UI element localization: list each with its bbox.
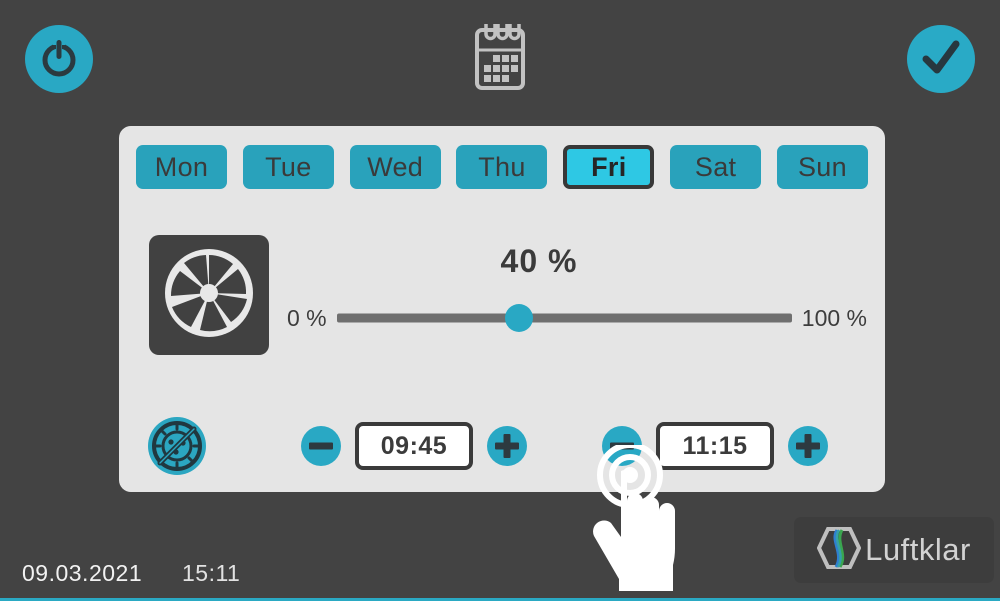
calendar-button[interactable] [470, 20, 530, 98]
start-time-decrement-button[interactable] [301, 426, 341, 466]
day-tab-mon[interactable]: Mon [136, 145, 227, 189]
end-time-increment-button[interactable] [788, 426, 828, 466]
day-tab-sun[interactable]: Sun [776, 145, 868, 189]
calendar-icon [471, 20, 529, 99]
touch-hand-icon [585, 442, 695, 599]
slider-min-label: 0 % [287, 304, 327, 331]
luftklar-logo-icon [816, 525, 862, 576]
plus-icon-vertical [804, 434, 812, 458]
fan-speed-slider-row: 0 % 100 % [287, 296, 867, 340]
fan-speed-value: 40 % [500, 243, 578, 279]
device-screen: Mon Tue Wed Thu Fri Sat Sun 40 % 0 % 100… [0, 0, 1000, 601]
end-time-decrement-button[interactable] [602, 426, 642, 466]
plus-icon-vertical [503, 434, 511, 458]
confirm-button[interactable] [907, 25, 975, 93]
day-tab-wed[interactable]: Wed [349, 145, 441, 189]
checkmark-icon [918, 35, 964, 84]
start-time-field[interactable]: 09:45 [355, 422, 473, 470]
power-button[interactable] [25, 25, 93, 93]
minus-icon [610, 442, 634, 450]
power-icon [37, 36, 81, 83]
fan-icon [157, 241, 261, 350]
antibacterial-button[interactable] [147, 416, 207, 476]
schedule-panel: Mon Tue Wed Thu Fri Sat Sun 40 % 0 % 100… [119, 126, 885, 492]
slider-max-label: 100 % [801, 304, 867, 331]
day-tab-thu[interactable]: Thu [456, 145, 548, 189]
day-tab-sat[interactable]: Sat [670, 145, 762, 189]
brand-logo: Luftklar [794, 517, 994, 583]
antibacterial-icon [147, 417, 207, 480]
slider-thumb[interactable] [504, 304, 533, 332]
day-tab-bar: Mon Tue Wed Thu Fri Sat Sun [136, 143, 868, 191]
fan-icon-tile [149, 235, 269, 355]
end-time-field[interactable]: 11:15 [656, 422, 774, 470]
fan-speed-slider[interactable] [336, 298, 792, 338]
start-time-control: 09:45 [301, 416, 527, 476]
end-time-control: 11:15 [602, 416, 828, 476]
day-tab-fri[interactable]: Fri [563, 145, 655, 189]
brand-name: Luftklar [865, 532, 971, 567]
slider-track [336, 313, 792, 323]
minus-icon [309, 442, 333, 450]
status-time: 15:11 [182, 560, 241, 586]
start-time-increment-button[interactable] [487, 426, 527, 466]
status-date: 09.03.2021 [22, 560, 143, 586]
day-tab-tue[interactable]: Tue [242, 145, 334, 189]
